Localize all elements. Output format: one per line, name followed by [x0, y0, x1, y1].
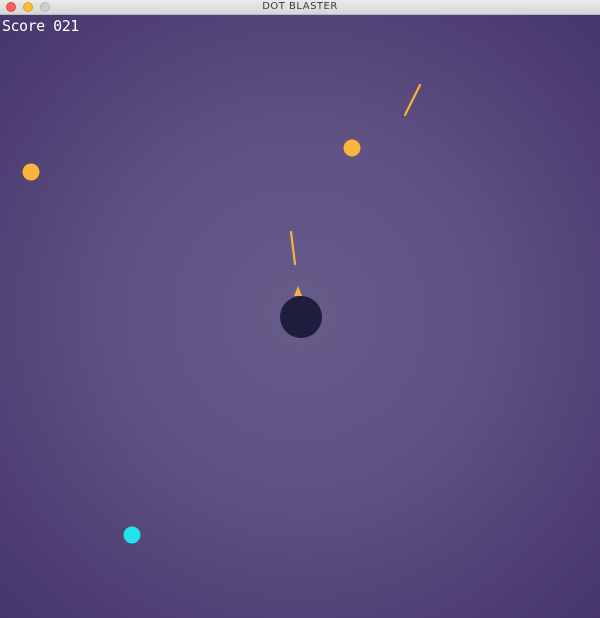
- laser-shot-center: [289, 230, 297, 266]
- laser-shot-upper: [403, 83, 422, 117]
- game-window: DOT BLASTER Score 021: [0, 0, 600, 618]
- game-scene: [22, 83, 422, 544]
- game-arena[interactable]: Score 021: [0, 15, 600, 618]
- enemy-dot-orange-left: [22, 163, 40, 181]
- enemy-dot-orange-top: [343, 139, 361, 157]
- title-bar: DOT BLASTER: [0, 0, 600, 15]
- window-title: DOT BLASTER: [262, 1, 338, 12]
- enemy-dot-cyan: [123, 526, 141, 544]
- player-aim-pointer: [294, 286, 302, 296]
- player-ship[interactable]: [280, 296, 322, 338]
